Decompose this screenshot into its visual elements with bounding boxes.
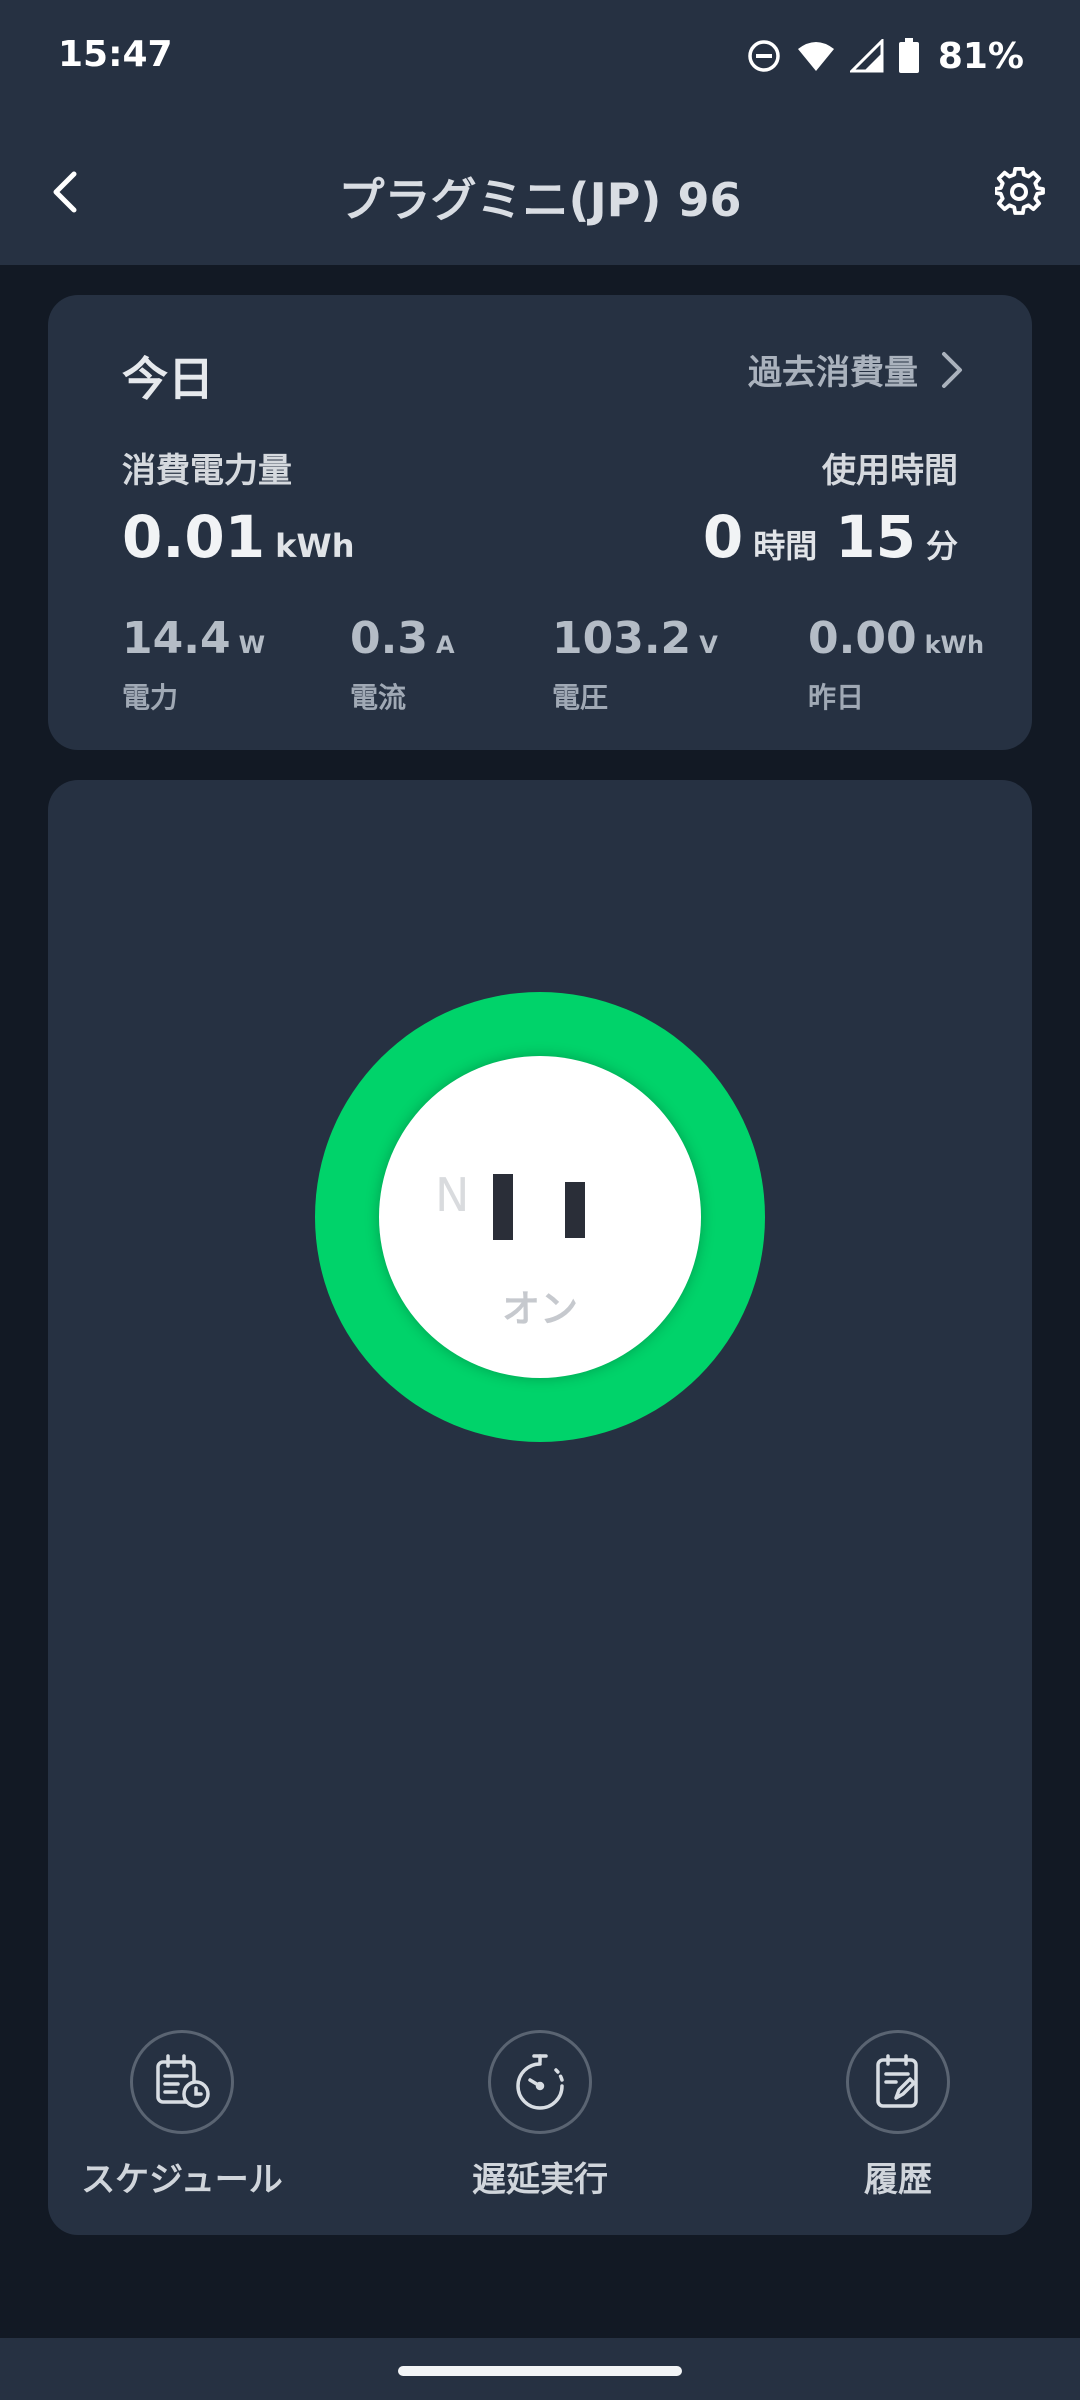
home-gesture-handle[interactable] xyxy=(398,2366,682,2376)
metric-unit: A xyxy=(435,631,455,659)
status-bar: 15:47 81% xyxy=(0,0,1080,120)
energy-unit: kWh xyxy=(275,527,355,565)
chevron-right-icon xyxy=(942,351,962,388)
stopwatch-icon xyxy=(516,2054,564,2110)
power-toggle-face: N オン xyxy=(379,1056,701,1378)
metric-unit: kWh xyxy=(924,631,985,659)
metric-yesterday: 0.00 kWh 昨日 xyxy=(808,613,984,716)
metric-value: 0.00 xyxy=(808,613,917,664)
usage-time-value: 0 時間 15 分 xyxy=(703,503,958,571)
metric-label: 電圧 xyxy=(552,681,609,714)
power-state-label: オン xyxy=(501,1287,578,1331)
power-toggle-button[interactable]: N オン xyxy=(315,992,765,1442)
metric-voltage: 103.2 V 電圧 xyxy=(552,613,718,716)
metric-label: 電流 xyxy=(350,681,407,714)
metric-current: 0.3 A 電流 xyxy=(350,613,455,716)
energy-number: 0.01 xyxy=(122,503,266,571)
schedule-button[interactable]: スケジュール xyxy=(52,2030,312,2201)
history-note-icon xyxy=(876,2054,918,2108)
calendar-clock-icon xyxy=(156,2054,210,2108)
usage-minutes: 15 xyxy=(835,503,916,571)
usage-minutes-unit: 分 xyxy=(925,527,958,565)
metric-power: 14.4 W 電力 xyxy=(122,613,265,716)
metrics-row: 14.4 W 電力 0.3 A 電流 103.2 V 電圧 0.00 kWh 昨… xyxy=(48,613,1032,723)
metric-unit: W xyxy=(238,631,266,659)
status-icons: 81% xyxy=(746,32,1024,80)
metric-value: 14.4 xyxy=(122,613,231,664)
control-card: N オン スケジュール 遅延実行 履歴 xyxy=(48,780,1032,2235)
today-card: 今日 過去消費量 消費電力量 使用時間 0.01 kWh 0 時間 15 分 1… xyxy=(48,295,1032,750)
usage-hours: 0 xyxy=(702,503,744,571)
today-title: 今日 xyxy=(122,352,214,406)
schedule-label: スケジュール xyxy=(81,2160,283,2200)
metric-label: 電力 xyxy=(122,681,179,714)
metric-label: 昨日 xyxy=(808,681,865,714)
page-title: プラグミニ(JP) 96 xyxy=(338,173,742,227)
energy-value: 0.01 kWh xyxy=(122,503,354,571)
metric-unit: V xyxy=(699,631,718,659)
settings-button[interactable] xyxy=(990,162,1050,222)
gear-icon xyxy=(995,167,1045,215)
history-label: 履歴 xyxy=(864,2160,932,2200)
usage-time-label: 使用時間 xyxy=(822,451,958,491)
energy-label: 消費電力量 xyxy=(122,451,292,491)
past-consumption-label: 過去消費量 xyxy=(748,353,918,393)
app-bar: プラグミニ(JP) 96 xyxy=(0,120,1080,265)
usage-hours-unit: 時間 xyxy=(753,527,818,565)
system-nav-bar xyxy=(0,2338,1080,2400)
socket-pin-icon xyxy=(565,1182,585,1238)
dnd-icon xyxy=(748,40,780,72)
status-time: 15:47 xyxy=(58,34,173,75)
metric-value: 0.3 xyxy=(350,613,428,664)
signal-icon xyxy=(849,39,884,73)
wifi-icon xyxy=(797,42,834,71)
socket-neutral-label: N xyxy=(435,1168,470,1222)
socket-pin-icon xyxy=(493,1174,513,1240)
battery-icon xyxy=(898,38,919,73)
past-consumption-link[interactable]: 過去消費量 xyxy=(748,345,964,394)
metric-value: 103.2 xyxy=(552,613,692,664)
delay-label: 遅延実行 xyxy=(472,2160,608,2200)
delay-button[interactable]: 遅延実行 xyxy=(410,2030,670,2201)
battery-percent: 81% xyxy=(937,35,1024,77)
history-button[interactable]: 履歴 xyxy=(768,2030,1028,2201)
